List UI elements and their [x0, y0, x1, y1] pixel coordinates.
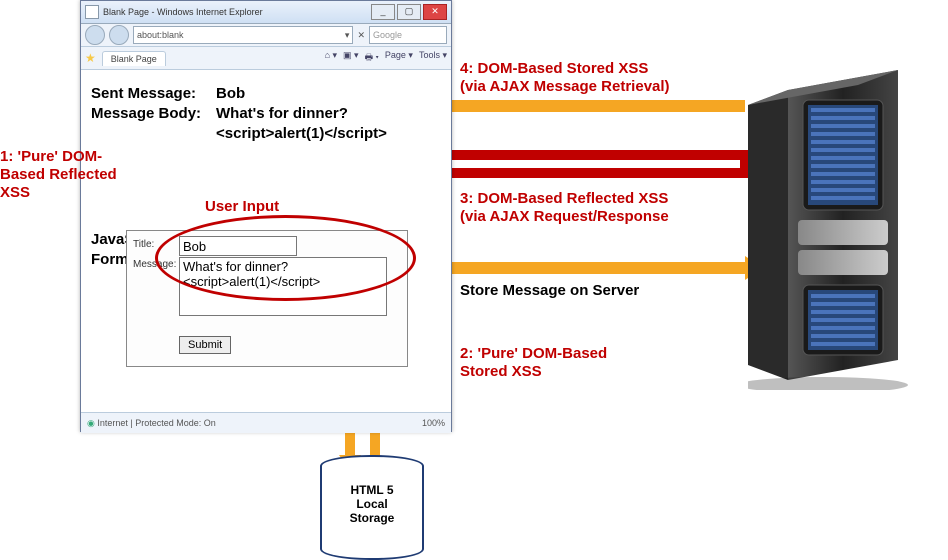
- arrow-4: [425, 100, 745, 112]
- home-icon[interactable]: ⌂ ▾: [325, 50, 337, 66]
- search-field[interactable]: Google: [369, 26, 447, 44]
- server-icon: [748, 70, 918, 390]
- globe-icon: ◉: [87, 418, 95, 429]
- annotation-store: Store Message on Server: [460, 282, 639, 300]
- address-bar: about:blank▾ ✕ Google: [81, 24, 451, 47]
- favorites-icon[interactable]: ★: [85, 51, 96, 65]
- feed-icon[interactable]: ▣ ▾: [343, 50, 359, 66]
- annotation-4: 4: DOM-Based Stored XSS(via AJAX Message…: [460, 60, 670, 96]
- page-menu[interactable]: Page ▾: [385, 50, 413, 66]
- tab-label: Blank Page: [111, 54, 157, 64]
- min-button[interactable]: _: [371, 4, 395, 20]
- body-value-2: <script>alert(1)</script>: [216, 125, 387, 142]
- status-bar: ◉ Internet | Protected Mode: On 100%: [81, 412, 451, 433]
- tools-menu[interactable]: Tools ▾: [419, 50, 447, 66]
- annotation-user-input: User Input: [205, 198, 279, 216]
- sent-label: Sent Message:: [91, 85, 196, 102]
- max-button[interactable]: ▢: [397, 4, 421, 20]
- back-button[interactable]: [85, 25, 105, 45]
- titlebar: Blank Page - Windows Internet Explorer _…: [81, 1, 451, 24]
- url-text: about:blank: [137, 30, 184, 40]
- window-title: Blank Page - Windows Internet Explorer: [103, 7, 263, 17]
- annotation-3: 3: DOM-Based Reflected XSS(via AJAX Requ…: [460, 190, 669, 226]
- close-button[interactable]: ✕: [423, 4, 447, 20]
- tab-bar: ★ Blank Page ⌂ ▾ ▣ ▾ 🖶 ▾ Page ▾ Tools ▾: [81, 47, 451, 70]
- page-icon: [85, 5, 99, 19]
- url-field[interactable]: about:blank▾: [133, 26, 353, 44]
- annotation-2: 2: 'Pure' DOM-BasedStored XSS: [460, 345, 607, 381]
- body-value-1: What's for dinner?: [216, 105, 348, 122]
- storage-label: HTML 5 Local Storage: [350, 483, 395, 525]
- body-label: Message Body:: [91, 105, 201, 122]
- tab-blank[interactable]: Blank Page: [102, 51, 166, 66]
- submit-button[interactable]: Submit: [179, 336, 231, 354]
- forward-button[interactable]: [109, 25, 129, 45]
- local-storage-cylinder: HTML 5 Local Storage: [320, 455, 420, 560]
- search-hint: Google: [373, 30, 402, 40]
- annotation-1: 1: 'Pure' DOM-Based Reflected XSS: [0, 148, 150, 202]
- arrow-3-top: [420, 150, 750, 160]
- zoom-level: 100%: [422, 418, 445, 428]
- user-input-ellipse: [155, 215, 416, 301]
- print-icon[interactable]: 🖶 ▾: [365, 50, 379, 66]
- title-label: Title:: [133, 239, 154, 250]
- arrow-3-bot: [420, 168, 750, 178]
- sent-value: Bob: [216, 85, 245, 102]
- status-text: Internet | Protected Mode: On: [97, 418, 215, 428]
